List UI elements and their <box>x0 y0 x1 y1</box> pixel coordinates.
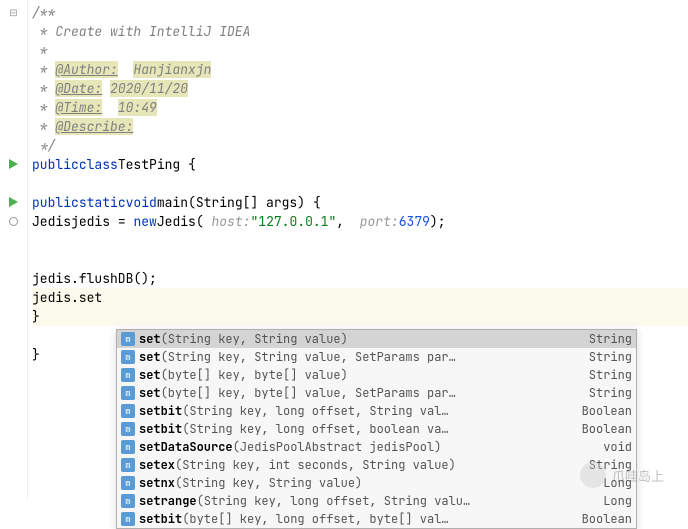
completion-signature: set(byte[] key, byte[] value, SetParams … <box>139 385 577 401</box>
doc-tag-author: @Author: <box>55 61 117 78</box>
run-icon[interactable] <box>9 156 18 173</box>
doc-tag-date: @Date: <box>55 80 102 97</box>
doc-author: Hanjianxjn <box>133 61 211 78</box>
method-icon: m <box>121 350 135 364</box>
completion-signature: setrange(String key, long offset, String… <box>139 493 591 509</box>
run-icon[interactable] <box>9 194 18 211</box>
class-name: TestPing <box>118 156 180 173</box>
doc-tag-time: @Time: <box>55 99 102 116</box>
stmt-set: jedis.set <box>32 289 110 306</box>
completion-item[interactable]: m setbit(byte[] key, long offset, byte[] … <box>117 510 636 528</box>
method-icon: m <box>121 368 135 382</box>
doc-tag-describe: @Describe: <box>55 118 133 135</box>
completion-signature: setex(String key, int seconds, String va… <box>139 457 577 473</box>
completion-signature: setbit(byte[] key, long offset, byte[] v… <box>139 511 570 527</box>
doc-time: 10:49 <box>118 99 157 116</box>
param-hint-port: port: <box>360 213 399 230</box>
completion-signature: set(byte[] key, byte[] value) <box>139 367 577 383</box>
fold-icon[interactable]: ⊟ <box>9 8 18 17</box>
completion-return-type: Boolean <box>574 421 632 437</box>
completion-signature: setbit(String key, long offset, boolean … <box>139 421 570 437</box>
method-main: main <box>157 194 188 211</box>
string-literal: "127.0.0.1" <box>250 213 336 230</box>
method-icon: m <box>121 386 135 400</box>
completion-item[interactable]: m setbit(String key, long offset, String … <box>117 402 636 420</box>
watermark: 爪哇岛上 <box>580 462 664 488</box>
doc-comment: */ <box>32 137 55 154</box>
completion-item[interactable]: m setbit(String key, long offset, boolean… <box>117 420 636 438</box>
completion-return-type: Boolean <box>574 403 632 419</box>
method-icon: m <box>121 332 135 346</box>
completion-item[interactable]: m set(byte[] key, byte[] value, SetParams… <box>117 384 636 402</box>
completion-return-type: String <box>581 385 632 401</box>
completion-return-type: String <box>581 331 632 347</box>
method-icon: m <box>121 494 135 508</box>
completion-item[interactable]: m setex(String key, int seconds, String v… <box>117 456 636 474</box>
completion-popup[interactable]: mset(String key, String value)Stringmset… <box>116 329 637 529</box>
completion-signature: setnx(String key, String value) <box>139 475 591 491</box>
number-literal: 6379 <box>399 213 430 230</box>
doc-comment: /** <box>32 4 55 21</box>
completion-item[interactable]: m setrange(String key, long offset, Strin… <box>117 492 636 510</box>
completion-item[interactable]: msetnx(String key, String value)Long <box>117 474 636 492</box>
completion-item[interactable]: m set(String key, String value)String <box>117 330 636 348</box>
param-hint-host: host: <box>211 213 250 230</box>
watermark-avatar <box>580 462 606 488</box>
method-icon: m <box>121 440 135 454</box>
completion-item[interactable]: m set(byte[] key, byte[] value)String <box>117 366 636 384</box>
completion-return-type: Long <box>595 493 632 509</box>
keyword-public: public <box>32 156 79 173</box>
completion-item[interactable]: m setDataSource(JedisPoolAbstract jedisPo… <box>117 438 636 456</box>
doc-date: 2020/11/20 <box>110 80 188 97</box>
doc-comment: * Create with IntelliJ IDEA <box>32 23 250 40</box>
completion-return-type: void <box>595 439 632 455</box>
completion-return-type: String <box>581 349 632 365</box>
stmt-flushdb: jedis.flushDB(); <box>32 270 157 287</box>
watermark-text: 爪哇岛上 <box>612 466 664 485</box>
completion-return-type: String <box>581 367 632 383</box>
method-icon: m <box>121 458 135 472</box>
completion-signature: setDataSource(JedisPoolAbstract jedisPoo… <box>139 439 591 455</box>
gutter: ⊟ <box>0 0 28 500</box>
completion-item[interactable]: m set(String key, String value, SetParams… <box>117 348 636 366</box>
completion-signature: setbit(String key, long offset, String v… <box>139 403 570 419</box>
method-icon: m <box>121 404 135 418</box>
method-icon: m <box>121 422 135 436</box>
breakpoint-slot[interactable] <box>9 217 18 226</box>
doc-comment: * <box>32 42 48 59</box>
completion-signature: set(String key, String value, SetParams … <box>139 349 577 365</box>
method-icon: m <box>121 476 135 490</box>
completion-return-type: Boolean <box>574 511 632 527</box>
method-icon: m <box>121 512 135 526</box>
keyword-class: class <box>79 156 118 173</box>
completion-signature: set(String key, String value) <box>139 331 577 347</box>
